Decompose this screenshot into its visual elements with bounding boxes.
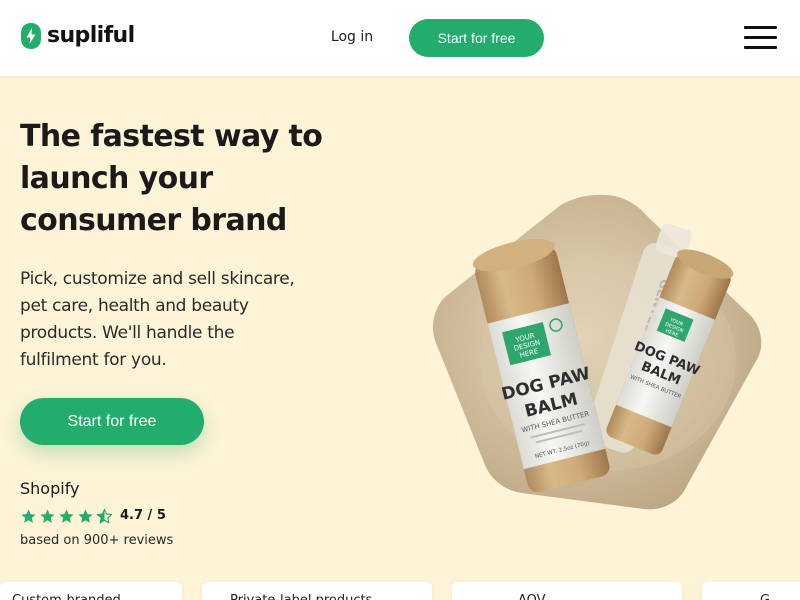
half-star-icon bbox=[96, 508, 113, 523]
rating-count: based on 900+ reviews bbox=[20, 533, 174, 548]
header-start-free-button[interactable]: Start for free bbox=[409, 19, 544, 57]
star-icon bbox=[78, 508, 93, 523]
rating-source: Shopify bbox=[20, 479, 80, 498]
supliful-logo-icon bbox=[21, 23, 41, 49]
feature-card: Private-label products bbox=[202, 582, 432, 600]
rating-block: Shopify 4.7 / 5 based on 900+ reviews bbox=[20, 478, 240, 550]
hero-product-image: GENTLE CLEANSER YOUR DESIGN HERE DOG PAW… bbox=[433, 194, 762, 510]
star-rating bbox=[20, 508, 115, 525]
star-icon bbox=[40, 508, 55, 523]
feature-card: AOV bbox=[452, 582, 682, 600]
brand-name: supliful bbox=[47, 23, 135, 48]
star-icon bbox=[21, 508, 36, 523]
rating-value: 4.7 / 5 bbox=[120, 508, 166, 523]
hamburger-menu-icon[interactable] bbox=[744, 24, 778, 52]
login-link[interactable]: Log in bbox=[314, 27, 390, 47]
rating-row: 4.7 / 5 bbox=[20, 506, 240, 526]
site-header: supliful Log in Start for free bbox=[0, 0, 800, 76]
hero-headline: The fastest way to launch your consumer … bbox=[20, 119, 323, 238]
star-icon bbox=[59, 508, 74, 523]
hero-subtext: Pick, customize and sell skincare, pet c… bbox=[20, 269, 295, 370]
logo[interactable]: supliful bbox=[20, 22, 135, 50]
feature-card: Custom-branded bbox=[0, 582, 182, 600]
feature-card: G bbox=[702, 582, 800, 600]
hero-start-free-button[interactable]: Start for free bbox=[20, 398, 204, 445]
